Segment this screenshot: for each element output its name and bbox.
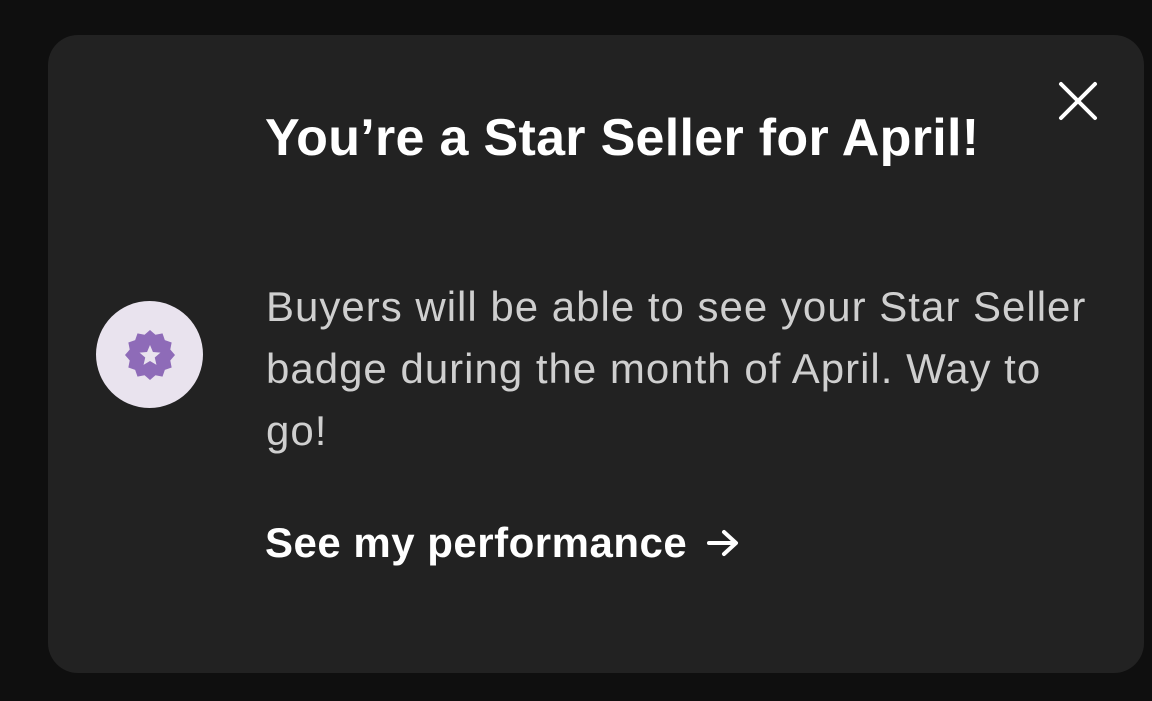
close-button[interactable]: [1055, 78, 1101, 124]
link-label: See my performance: [265, 519, 688, 566]
see-my-performance-link[interactable]: See my performance: [265, 515, 741, 571]
close-icon: [1059, 82, 1097, 120]
star-seller-badge-icon: [124, 329, 175, 380]
star-seller-badge: [96, 301, 203, 408]
notification-title: You’re a Star Seller for April!: [265, 109, 980, 167]
arrow-right-icon: [705, 525, 741, 561]
notification-description: Buyers will be able to see your Star Sel…: [266, 283, 1087, 454]
